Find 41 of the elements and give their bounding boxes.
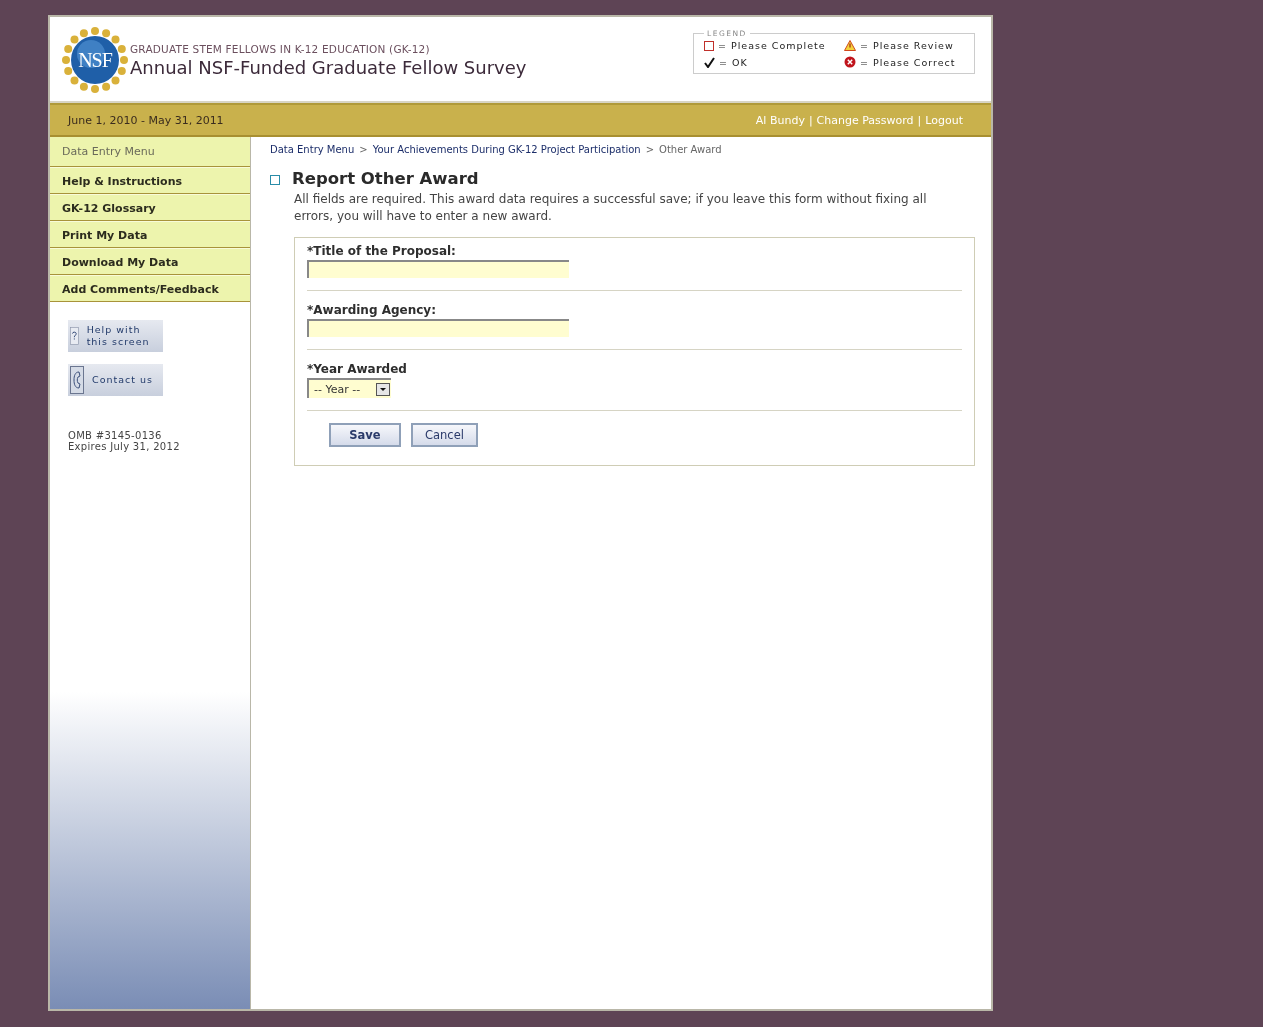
- breadcrumb-current: Other Award: [659, 144, 722, 155]
- warning-icon: [844, 40, 856, 51]
- year-dropdown[interactable]: -- Year --: [307, 378, 391, 398]
- program-name: GRADUATE STEM FELLOWS IN K-12 EDUCATION (GK-12): [130, 42, 431, 55]
- menu-item[interactable]: Print My Data: [50, 221, 250, 248]
- text-field[interactable]: [307, 319, 569, 337]
- breadcrumb-separator: >: [359, 144, 368, 155]
- menu-item[interactable]: Help & Instructions: [50, 167, 250, 194]
- page-title: Report Other Award: [292, 169, 479, 188]
- menu-item[interactable]: GK-12 Glossary: [50, 194, 250, 221]
- empty-square-icon: [704, 40, 714, 51]
- cancel-button[interactable]: Cancel: [411, 423, 478, 447]
- text-field[interactable]: [307, 260, 569, 278]
- separator: |: [917, 113, 922, 127]
- square-icon: [270, 175, 280, 185]
- breadcrumb-link[interactable]: Data Entry Menu: [270, 144, 355, 155]
- reporting-period: June 1, 2010 - May 31, 2011: [68, 113, 224, 127]
- menu-item[interactable]: Download My Data: [50, 248, 250, 275]
- field-label: *Title of the Proposal:: [307, 244, 457, 258]
- field-label: *Year Awarded: [307, 362, 408, 376]
- contact-button[interactable]: Contact us: [68, 364, 163, 396]
- legend-label: = Please Correct: [860, 56, 956, 68]
- nsf-logo: NSF: [62, 27, 128, 93]
- legend-label: = OK: [719, 56, 748, 68]
- separator: |: [808, 113, 813, 127]
- breadcrumb-link[interactable]: Your Achievements During GK-12 Project Participation: [372, 144, 641, 155]
- menu-item[interactable]: Add Comments/Feedback: [50, 275, 250, 302]
- checkmark-icon: [704, 56, 715, 68]
- save-button[interactable]: Save: [329, 423, 401, 447]
- omb-text: Expires July 31, 2012: [68, 441, 181, 452]
- menu-heading: Data Entry Menu: [50, 137, 250, 167]
- breadcrumb-separator: >: [645, 144, 655, 155]
- phone-icon: [70, 366, 84, 394]
- legend-label: = Please Complete: [718, 40, 826, 51]
- survey-title: Annual NSF-Funded Graduate Fellow Survey: [130, 56, 527, 78]
- error-icon: [844, 56, 856, 68]
- omb-text: OMB #3145-0136: [68, 430, 163, 441]
- page-description: All fields are required. This award data requires a successful save; if you leave this form without fixing all errors, you will have to enter a new award.: [294, 191, 928, 225]
- field-label: *Awarding Agency:: [307, 303, 437, 317]
- legend-label: = Please Review: [860, 40, 954, 51]
- help-button[interactable]: Help with this screen: [68, 320, 163, 352]
